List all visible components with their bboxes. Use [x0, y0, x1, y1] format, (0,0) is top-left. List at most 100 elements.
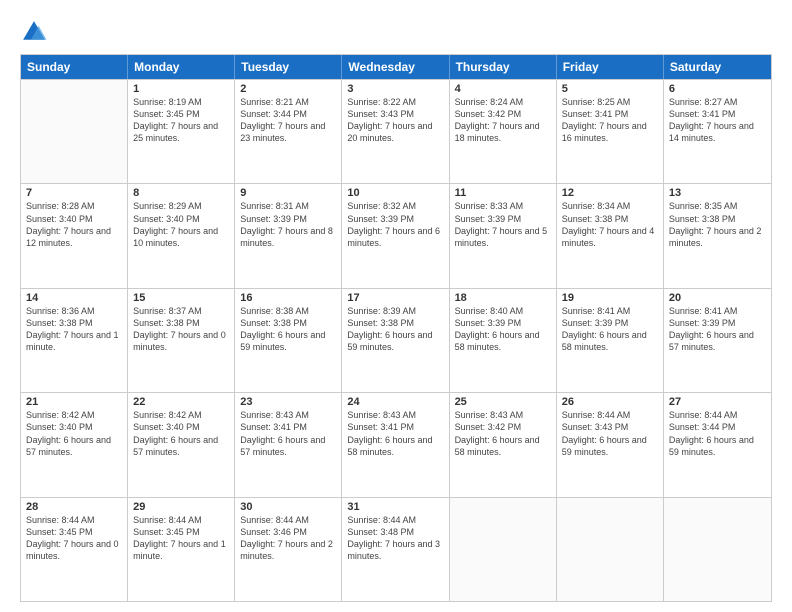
cell-date: 10	[347, 187, 443, 199]
calendar-cell: 2 Sunrise: 8:21 AMSunset: 3:44 PMDayligh…	[235, 80, 342, 183]
day-header-tuesday: Tuesday	[235, 55, 342, 79]
cell-date: 13	[669, 187, 766, 199]
cell-info: Sunrise: 8:44 AMSunset: 3:45 PMDaylight:…	[133, 514, 229, 563]
calendar-cell: 9 Sunrise: 8:31 AMSunset: 3:39 PMDayligh…	[235, 184, 342, 287]
cell-date: 26	[562, 396, 658, 408]
calendar-cell: 11 Sunrise: 8:33 AMSunset: 3:39 PMDaylig…	[450, 184, 557, 287]
cell-date: 18	[455, 292, 551, 304]
calendar-cell: 6 Sunrise: 8:27 AMSunset: 3:41 PMDayligh…	[664, 80, 771, 183]
logo-icon	[20, 18, 48, 46]
calendar-cell: 18 Sunrise: 8:40 AMSunset: 3:39 PMDaylig…	[450, 289, 557, 392]
day-header-sunday: Sunday	[21, 55, 128, 79]
cell-date: 23	[240, 396, 336, 408]
calendar-cell: 30 Sunrise: 8:44 AMSunset: 3:46 PMDaylig…	[235, 498, 342, 601]
calendar-cell: 5 Sunrise: 8:25 AMSunset: 3:41 PMDayligh…	[557, 80, 664, 183]
calendar-cell: 7 Sunrise: 8:28 AMSunset: 3:40 PMDayligh…	[21, 184, 128, 287]
calendar-row-2: 7 Sunrise: 8:28 AMSunset: 3:40 PMDayligh…	[21, 183, 771, 287]
calendar-cell: 22 Sunrise: 8:42 AMSunset: 3:40 PMDaylig…	[128, 393, 235, 496]
cell-date: 21	[26, 396, 122, 408]
calendar-cell	[450, 498, 557, 601]
calendar-cell: 29 Sunrise: 8:44 AMSunset: 3:45 PMDaylig…	[128, 498, 235, 601]
cell-info: Sunrise: 8:34 AMSunset: 3:38 PMDaylight:…	[562, 200, 658, 249]
day-header-friday: Friday	[557, 55, 664, 79]
day-header-monday: Monday	[128, 55, 235, 79]
cell-info: Sunrise: 8:42 AMSunset: 3:40 PMDaylight:…	[26, 409, 122, 458]
calendar: SundayMondayTuesdayWednesdayThursdayFrid…	[20, 54, 772, 602]
calendar-header: SundayMondayTuesdayWednesdayThursdayFrid…	[21, 55, 771, 79]
cell-date: 17	[347, 292, 443, 304]
cell-info: Sunrise: 8:40 AMSunset: 3:39 PMDaylight:…	[455, 305, 551, 354]
calendar-cell: 1 Sunrise: 8:19 AMSunset: 3:45 PMDayligh…	[128, 80, 235, 183]
cell-date: 12	[562, 187, 658, 199]
calendar-cell: 15 Sunrise: 8:37 AMSunset: 3:38 PMDaylig…	[128, 289, 235, 392]
cell-date: 6	[669, 83, 766, 95]
cell-date: 1	[133, 83, 229, 95]
cell-info: Sunrise: 8:42 AMSunset: 3:40 PMDaylight:…	[133, 409, 229, 458]
calendar-cell: 23 Sunrise: 8:43 AMSunset: 3:41 PMDaylig…	[235, 393, 342, 496]
cell-info: Sunrise: 8:44 AMSunset: 3:43 PMDaylight:…	[562, 409, 658, 458]
calendar-cell: 28 Sunrise: 8:44 AMSunset: 3:45 PMDaylig…	[21, 498, 128, 601]
cell-date: 24	[347, 396, 443, 408]
calendar-cell: 27 Sunrise: 8:44 AMSunset: 3:44 PMDaylig…	[664, 393, 771, 496]
day-header-saturday: Saturday	[664, 55, 771, 79]
cell-info: Sunrise: 8:33 AMSunset: 3:39 PMDaylight:…	[455, 200, 551, 249]
cell-info: Sunrise: 8:43 AMSunset: 3:41 PMDaylight:…	[347, 409, 443, 458]
calendar-cell	[664, 498, 771, 601]
calendar-cell: 20 Sunrise: 8:41 AMSunset: 3:39 PMDaylig…	[664, 289, 771, 392]
calendar-cell: 21 Sunrise: 8:42 AMSunset: 3:40 PMDaylig…	[21, 393, 128, 496]
cell-info: Sunrise: 8:44 AMSunset: 3:46 PMDaylight:…	[240, 514, 336, 563]
cell-date: 2	[240, 83, 336, 95]
cell-date: 4	[455, 83, 551, 95]
page: SundayMondayTuesdayWednesdayThursdayFrid…	[0, 0, 792, 612]
cell-info: Sunrise: 8:21 AMSunset: 3:44 PMDaylight:…	[240, 96, 336, 145]
cell-info: Sunrise: 8:41 AMSunset: 3:39 PMDaylight:…	[669, 305, 766, 354]
calendar-body: 1 Sunrise: 8:19 AMSunset: 3:45 PMDayligh…	[21, 79, 771, 601]
day-header-thursday: Thursday	[450, 55, 557, 79]
calendar-cell: 17 Sunrise: 8:39 AMSunset: 3:38 PMDaylig…	[342, 289, 449, 392]
header	[20, 18, 772, 46]
cell-info: Sunrise: 8:43 AMSunset: 3:41 PMDaylight:…	[240, 409, 336, 458]
cell-date: 9	[240, 187, 336, 199]
cell-info: Sunrise: 8:38 AMSunset: 3:38 PMDaylight:…	[240, 305, 336, 354]
cell-date: 27	[669, 396, 766, 408]
cell-info: Sunrise: 8:31 AMSunset: 3:39 PMDaylight:…	[240, 200, 336, 249]
cell-date: 14	[26, 292, 122, 304]
calendar-cell: 31 Sunrise: 8:44 AMSunset: 3:48 PMDaylig…	[342, 498, 449, 601]
calendar-cell: 19 Sunrise: 8:41 AMSunset: 3:39 PMDaylig…	[557, 289, 664, 392]
cell-date: 29	[133, 501, 229, 513]
cell-date: 31	[347, 501, 443, 513]
calendar-cell: 8 Sunrise: 8:29 AMSunset: 3:40 PMDayligh…	[128, 184, 235, 287]
calendar-cell: 16 Sunrise: 8:38 AMSunset: 3:38 PMDaylig…	[235, 289, 342, 392]
cell-date: 28	[26, 501, 122, 513]
cell-date: 22	[133, 396, 229, 408]
cell-info: Sunrise: 8:24 AMSunset: 3:42 PMDaylight:…	[455, 96, 551, 145]
cell-info: Sunrise: 8:28 AMSunset: 3:40 PMDaylight:…	[26, 200, 122, 249]
calendar-cell: 4 Sunrise: 8:24 AMSunset: 3:42 PMDayligh…	[450, 80, 557, 183]
calendar-cell: 25 Sunrise: 8:43 AMSunset: 3:42 PMDaylig…	[450, 393, 557, 496]
cell-info: Sunrise: 8:22 AMSunset: 3:43 PMDaylight:…	[347, 96, 443, 145]
cell-info: Sunrise: 8:41 AMSunset: 3:39 PMDaylight:…	[562, 305, 658, 354]
calendar-cell: 12 Sunrise: 8:34 AMSunset: 3:38 PMDaylig…	[557, 184, 664, 287]
calendar-cell: 10 Sunrise: 8:32 AMSunset: 3:39 PMDaylig…	[342, 184, 449, 287]
cell-date: 16	[240, 292, 336, 304]
cell-date: 25	[455, 396, 551, 408]
cell-info: Sunrise: 8:19 AMSunset: 3:45 PMDaylight:…	[133, 96, 229, 145]
cell-info: Sunrise: 8:27 AMSunset: 3:41 PMDaylight:…	[669, 96, 766, 145]
cell-info: Sunrise: 8:36 AMSunset: 3:38 PMDaylight:…	[26, 305, 122, 354]
cell-date: 20	[669, 292, 766, 304]
calendar-cell	[557, 498, 664, 601]
cell-date: 15	[133, 292, 229, 304]
cell-info: Sunrise: 8:39 AMSunset: 3:38 PMDaylight:…	[347, 305, 443, 354]
cell-date: 5	[562, 83, 658, 95]
cell-date: 19	[562, 292, 658, 304]
cell-date: 11	[455, 187, 551, 199]
calendar-cell: 13 Sunrise: 8:35 AMSunset: 3:38 PMDaylig…	[664, 184, 771, 287]
cell-info: Sunrise: 8:35 AMSunset: 3:38 PMDaylight:…	[669, 200, 766, 249]
calendar-row-4: 21 Sunrise: 8:42 AMSunset: 3:40 PMDaylig…	[21, 392, 771, 496]
calendar-cell	[21, 80, 128, 183]
cell-info: Sunrise: 8:44 AMSunset: 3:44 PMDaylight:…	[669, 409, 766, 458]
calendar-row-1: 1 Sunrise: 8:19 AMSunset: 3:45 PMDayligh…	[21, 79, 771, 183]
cell-date: 7	[26, 187, 122, 199]
cell-info: Sunrise: 8:44 AMSunset: 3:48 PMDaylight:…	[347, 514, 443, 563]
calendar-cell: 14 Sunrise: 8:36 AMSunset: 3:38 PMDaylig…	[21, 289, 128, 392]
